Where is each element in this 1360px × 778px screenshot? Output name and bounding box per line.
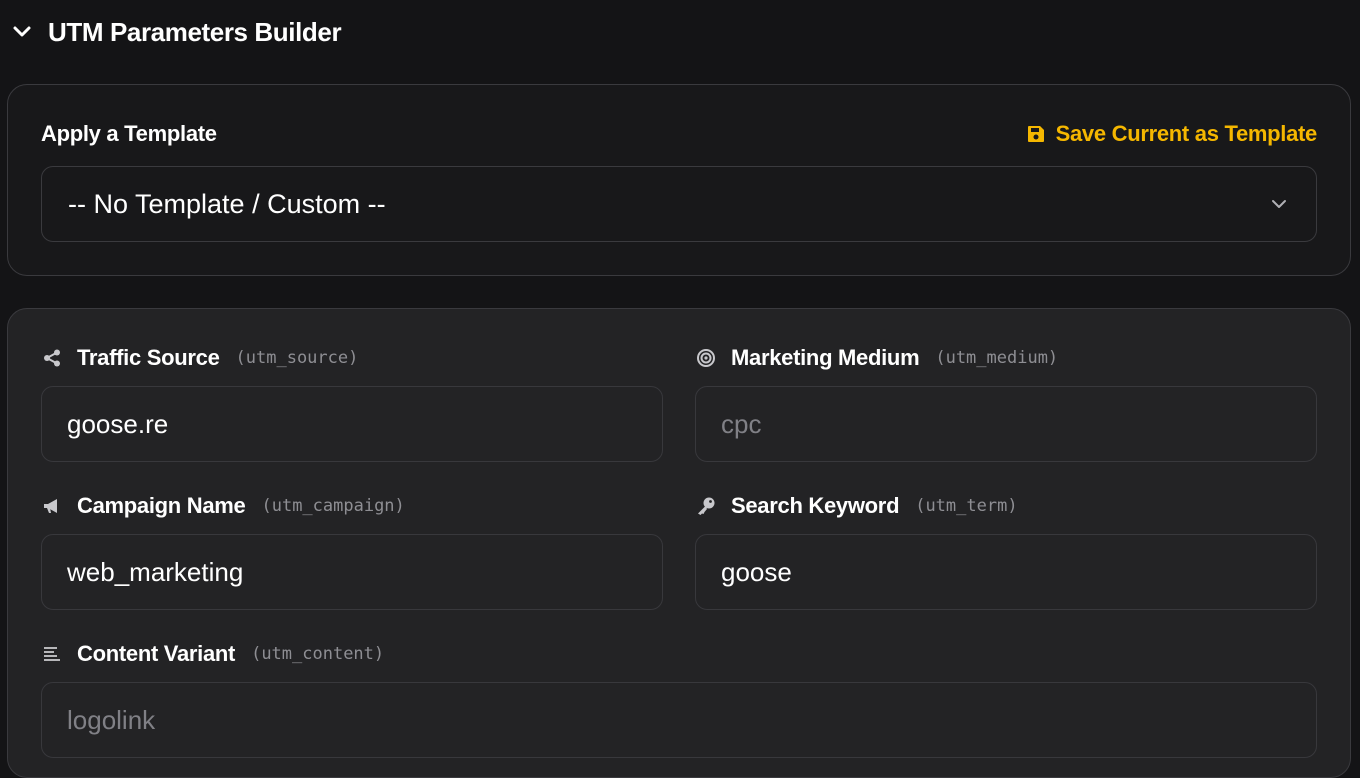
- field-label: Campaign Name (utm_campaign): [41, 491, 663, 521]
- field-param: (utm_content): [251, 644, 385, 664]
- field-name: Traffic Source: [77, 345, 220, 370]
- field-label: Traffic Source (utm_source): [41, 343, 663, 373]
- field-param: (utm_medium): [935, 348, 1059, 368]
- key-icon: [695, 495, 717, 517]
- field-utm-medium: Marketing Medium (utm_medium) cpc: [695, 343, 1317, 462]
- megaphone-icon: [41, 495, 63, 517]
- utm-builder-toggle[interactable]: UTM Parameters Builder: [10, 14, 342, 50]
- utm-campaign-input[interactable]: web_marketing: [41, 534, 663, 610]
- field-name: Campaign Name: [77, 493, 246, 518]
- chevron-down-icon: [13, 26, 31, 37]
- section-title: UTM Parameters Builder: [48, 16, 342, 47]
- field-param: (utm_source): [235, 348, 359, 368]
- target-icon: [695, 347, 717, 369]
- utm-medium-input[interactable]: cpc: [695, 386, 1317, 462]
- chevron-down-icon: [1272, 200, 1286, 208]
- field-param: (utm_term): [915, 496, 1018, 516]
- template-label: Apply a Template: [41, 121, 217, 146]
- field-name: Marketing Medium: [731, 345, 920, 370]
- template-select-value: -- No Template / Custom --: [68, 188, 386, 219]
- save-template-button[interactable]: Save Current as Template: [1026, 121, 1317, 147]
- field-utm-term: Search Keyword (utm_term) goose: [695, 491, 1317, 610]
- field-label: Search Keyword (utm_term): [695, 491, 1317, 521]
- share-icon: [41, 347, 63, 369]
- field-utm-campaign: Campaign Name (utm_campaign) web_marketi…: [41, 491, 663, 610]
- utm-term-input[interactable]: goose: [695, 534, 1317, 610]
- field-label: Marketing Medium (utm_medium): [695, 343, 1317, 373]
- floppy-disk-icon: [1027, 126, 1044, 142]
- utm-source-input[interactable]: goose.re: [41, 386, 663, 462]
- field-name: Search Keyword: [731, 493, 900, 518]
- align-left-icon: [41, 643, 63, 665]
- utm-content-input[interactable]: logolink: [41, 682, 1317, 758]
- save-template-label: Save Current as Template: [1055, 121, 1318, 146]
- field-param: (utm_campaign): [261, 496, 405, 516]
- field-label: Content Variant (utm_content): [41, 639, 1317, 669]
- field-name: Content Variant: [77, 641, 236, 666]
- field-utm-content: Content Variant (utm_content) logolink: [41, 639, 1317, 758]
- template-panel: Apply a Template Save Current as Templat…: [7, 84, 1351, 276]
- template-select[interactable]: -- No Template / Custom --: [41, 166, 1317, 242]
- field-utm-source: Traffic Source (utm_source) goose.re: [41, 343, 663, 462]
- fields-panel: Traffic Source (utm_source) goose.re Mar…: [7, 308, 1351, 778]
